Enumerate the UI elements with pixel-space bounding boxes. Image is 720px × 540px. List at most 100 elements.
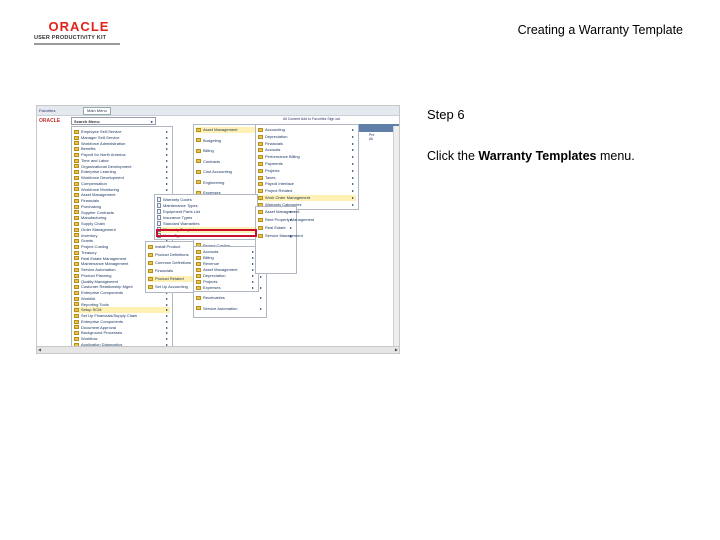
folder-icon: [74, 175, 79, 180]
menu-item[interactable]: Accruals ▸: [258, 147, 356, 153]
folder-icon: [196, 148, 201, 153]
folder-icon: [74, 158, 79, 163]
menu-item[interactable]: Work Order Management ▸: [258, 195, 356, 201]
folder-icon: [74, 239, 79, 244]
menu-item-label: Manager Self-Service: [81, 134, 120, 140]
scroll-right-icon[interactable]: ▶: [395, 347, 398, 352]
submenu-arrow-icon: ▸: [289, 233, 292, 238]
step-instruction: Click the Warranty Templates menu.: [427, 149, 635, 163]
menu-item-label: Benefits: [81, 146, 96, 152]
menu-item-label: Enterprise Components: [81, 290, 124, 295]
menu-item[interactable]: Accounting ▸: [258, 127, 356, 133]
folder-icon: [74, 267, 79, 272]
menu-item[interactable]: Asset Management▸: [258, 209, 299, 215]
menu-item[interactable]: Asset Management▸: [196, 127, 264, 133]
folder-icon: [196, 159, 201, 164]
menu-item-label: Service Automation: [81, 267, 116, 272]
menu-item-label: Inventory: [81, 232, 98, 238]
app-brand: ORACLE: [39, 118, 61, 124]
menu-item[interactable]: Depreciation ▸: [258, 134, 356, 140]
folder-icon: [74, 336, 79, 341]
folder-icon: [74, 313, 79, 318]
menu-item[interactable]: Project Related ▸: [258, 188, 356, 194]
folder-icon: [258, 233, 263, 238]
logo-underline: [34, 43, 120, 45]
submenu-arrow-icon: ▸: [351, 174, 354, 180]
folder-icon: [258, 148, 263, 153]
menu-item-label: Revenue: [203, 261, 220, 266]
submenu-real-estate: Asset Management ▸ Rent Property Managemen…: [255, 206, 314, 274]
menu-item[interactable]: Projects ▸: [258, 168, 356, 174]
folder-icon: [74, 204, 79, 209]
vertical-scrollbar[interactable]: [393, 126, 399, 346]
page-fragment-item: All: [369, 137, 373, 141]
menu-item-label: Cost Accounting: [203, 169, 232, 174]
menu-item[interactable]: Service Management ▸: [258, 233, 303, 239]
menu-item[interactable]: Service Automation ▸: [196, 306, 264, 312]
folder-icon: [74, 216, 79, 221]
menu-item[interactable]: Real Estate ▸: [258, 225, 294, 231]
menu-item[interactable]: Receivables ▸: [196, 295, 264, 301]
favorites-menu[interactable]: Favorites: [39, 108, 55, 113]
submenu-arrow-icon: ▸: [351, 195, 354, 200]
menu-bar: Favorites Main Menu: [37, 106, 399, 116]
main-menu[interactable]: Main Menu: [83, 107, 111, 115]
menu-item[interactable]: Engineering▸: [196, 180, 264, 186]
menu-item-label: Set Up Accounting: [155, 284, 188, 289]
menu-item-label: Maintenance Types: [163, 203, 198, 208]
menu-item[interactable]: Performance Billing ▸: [258, 154, 356, 160]
menu-item-label: Reporting Tools: [81, 301, 109, 307]
menu-item-label: Taxes: [265, 174, 276, 180]
menu-item-label: Depreciation: [203, 273, 226, 278]
menu-item-label: Performance Billing: [265, 154, 300, 160]
menu-item[interactable]: Financials ▸: [258, 141, 356, 147]
menu-item-label: Manufacturing: [81, 215, 107, 221]
submenu-arrow-icon: ▸: [259, 274, 262, 279]
horizontal-scrollbar[interactable]: ◀ ▶: [37, 346, 399, 353]
folder-icon: [258, 209, 263, 214]
menu-item-label: Equipment Parts List: [163, 209, 200, 214]
menu-item[interactable]: Billing▸: [196, 148, 264, 154]
folder-icon: [148, 268, 153, 273]
scroll-left-icon[interactable]: ◀: [38, 347, 41, 352]
submenu-arrow-icon: ▸: [351, 201, 354, 207]
menu-item-label: Supplier Contracts: [81, 209, 114, 215]
menu-item-label: Supply Chain: [81, 221, 105, 226]
menu-item-label: Project Related: [265, 188, 293, 194]
menu-item-label: Payments: [265, 161, 283, 166]
folder-icon: [258, 217, 263, 222]
folder-icon: [258, 225, 263, 230]
menu-item-label: Customer Relationship Mgmt: [81, 284, 133, 290]
menu-item[interactable]: Cost Accounting▸: [196, 169, 264, 175]
menu-item-label: Expenses: [203, 285, 221, 290]
menu-item-label: Workforce Administration: [81, 140, 126, 146]
search-icon[interactable]: ▸: [151, 118, 153, 126]
search-menu-field[interactable]: Search Menu: ▸: [71, 117, 156, 125]
menu-item[interactable]: Expenses ▸: [196, 285, 256, 291]
submenu-arrow-icon: ▸: [351, 127, 354, 132]
menu-item-label: Financials: [265, 140, 284, 146]
menu-item[interactable]: Taxes ▸: [258, 175, 356, 181]
folder-icon: [74, 135, 79, 140]
folder-icon: [74, 129, 79, 134]
folder-icon: [74, 227, 79, 232]
menu-item-label: Asset Management: [81, 192, 116, 198]
folder-icon: [196, 255, 201, 260]
menu-item[interactable]: Budgeting▸: [196, 138, 264, 144]
menu-item-label: Projects: [203, 279, 218, 284]
menu-item[interactable]: Payroll Interface ▸: [258, 181, 356, 187]
logo-tagline: USER PRODUCTIVITY KIT: [34, 35, 107, 41]
folder-icon: [74, 244, 79, 249]
menu-item[interactable]: Payments ▸: [258, 161, 356, 167]
menu-item-label: Insurance Types: [163, 215, 193, 220]
submenu-arrow-icon: ▸: [289, 217, 292, 222]
menu-item[interactable]: Rent Property Management ▸: [258, 217, 314, 223]
menu-item-label: Order Management: [81, 226, 116, 232]
folder-icon: [196, 261, 201, 266]
header-links[interactable]: All Content Add to Favorites Sign out: [283, 117, 340, 121]
menu-item-label: Enterprise Components: [81, 318, 124, 324]
folder-icon: [148, 276, 153, 281]
document-icon: [157, 197, 161, 203]
menu-item-label: Project Costing: [81, 244, 109, 249]
menu-item[interactable]: Contracts▸: [196, 159, 264, 165]
